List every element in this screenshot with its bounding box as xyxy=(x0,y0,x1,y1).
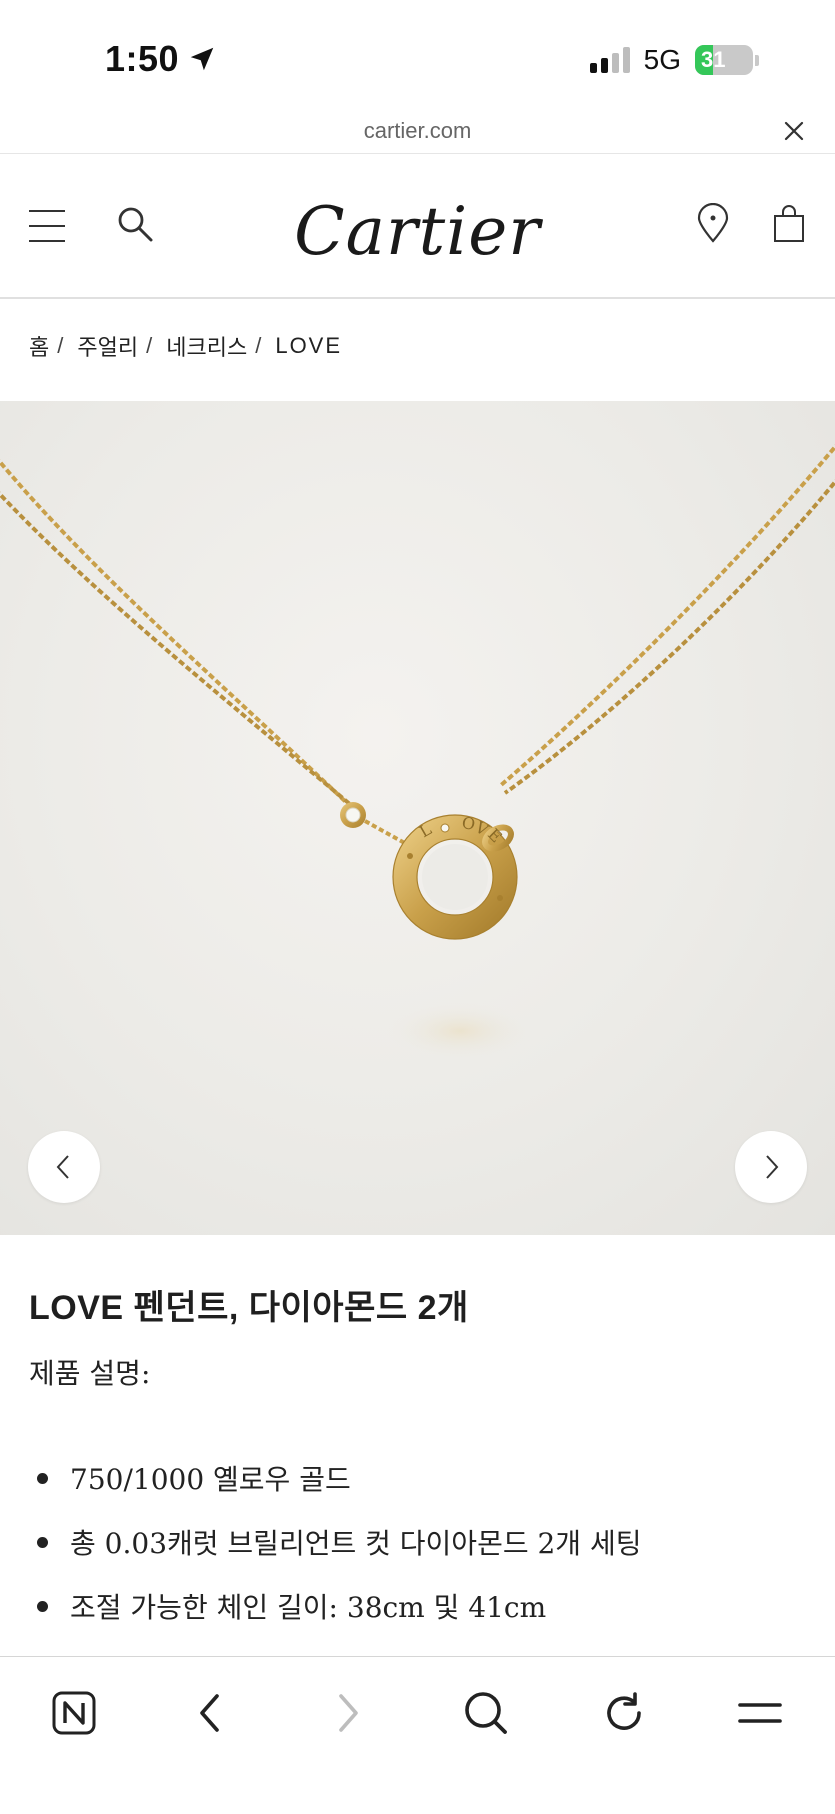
naver-home-button[interactable] xyxy=(44,1683,104,1743)
shopping-bag-icon[interactable] xyxy=(772,205,806,243)
bullet-icon xyxy=(37,1600,48,1612)
battery-percent: 31 xyxy=(701,47,726,72)
breadcrumb-love[interactable]: LOVE xyxy=(275,333,342,359)
product-title: LOVE 펜던트, 다이아몬드 2개 xyxy=(29,1289,469,1327)
breadcrumb-home[interactable]: 홈 xyxy=(29,330,49,362)
clock-text: 1:50 xyxy=(105,38,180,79)
feature-list: 750/1000 옐로우 골드 총 0.03캐럿 브릴리언트 컷 다이아몬드 2… xyxy=(29,1446,641,1638)
breadcrumb-separator: / xyxy=(146,333,153,358)
description-label: 제품 설명: xyxy=(29,1357,151,1390)
feature-item: 총 0.03캐럿 브릴리언트 컷 다이아몬드 2개 세팅 xyxy=(29,1510,641,1574)
breadcrumb: 홈 / 주얼리 / 네크리스 / LOVE xyxy=(29,330,342,362)
back-icon xyxy=(200,1694,219,1732)
url-bar[interactable]: cartier.com xyxy=(0,112,835,154)
product-image-carousel[interactable]: L O V E xyxy=(0,401,835,1235)
breadcrumb-necklaces[interactable]: 네크리스 xyxy=(166,330,247,362)
search-button[interactable] xyxy=(456,1683,516,1743)
status-time: 1:50 xyxy=(105,38,217,80)
carousel-next-button[interactable] xyxy=(735,1131,807,1203)
status-indicators: 5G 31 xyxy=(589,44,759,76)
chevron-right-icon xyxy=(766,1155,779,1179)
network-type: 5G xyxy=(643,44,681,75)
breadcrumb-jewelry[interactable]: 주얼리 xyxy=(77,330,138,362)
url-domain[interactable]: cartier.com xyxy=(0,118,835,144)
menu-button[interactable] xyxy=(730,1683,790,1743)
search-icon xyxy=(465,1692,507,1734)
reload-icon xyxy=(607,1692,641,1730)
back-button[interactable] xyxy=(180,1683,240,1743)
reload-button[interactable] xyxy=(594,1683,654,1743)
chevron-left-icon xyxy=(56,1155,69,1179)
battery-icon: 31 xyxy=(695,45,759,75)
forward-icon xyxy=(339,1694,358,1732)
forward-button[interactable] xyxy=(318,1683,378,1743)
status-bar: 1:50 5G 31 xyxy=(0,0,835,112)
bullet-icon xyxy=(37,1472,48,1484)
feature-item: 750/1000 옐로우 골드 xyxy=(29,1446,641,1510)
close-icon[interactable] xyxy=(783,120,805,142)
signal-bars-icon xyxy=(589,47,630,73)
breadcrumb-separator: / xyxy=(57,333,64,358)
feature-text: 조절 가능한 체인 길이: 38cm 및 41cm xyxy=(70,1591,547,1624)
feature-text: 750/1000 옐로우 골드 xyxy=(70,1463,351,1496)
naver-home-icon xyxy=(52,1691,96,1735)
site-header: Cartier xyxy=(0,155,835,299)
necklace-image xyxy=(0,443,835,1061)
feature-text: 총 0.03캐럿 브릴리언트 컷 다이아몬드 2개 세팅 xyxy=(70,1527,642,1560)
carousel-prev-button[interactable] xyxy=(28,1131,100,1203)
feature-item: 조절 가능한 체인 길이: 38cm 및 41cm xyxy=(29,1574,641,1638)
store-locator-icon[interactable] xyxy=(696,203,730,243)
location-arrow-icon xyxy=(190,47,214,71)
bullet-icon xyxy=(37,1536,48,1548)
breadcrumb-separator: / xyxy=(255,333,262,358)
menu-icon xyxy=(738,1703,782,1723)
browser-toolbar xyxy=(0,1656,835,1814)
